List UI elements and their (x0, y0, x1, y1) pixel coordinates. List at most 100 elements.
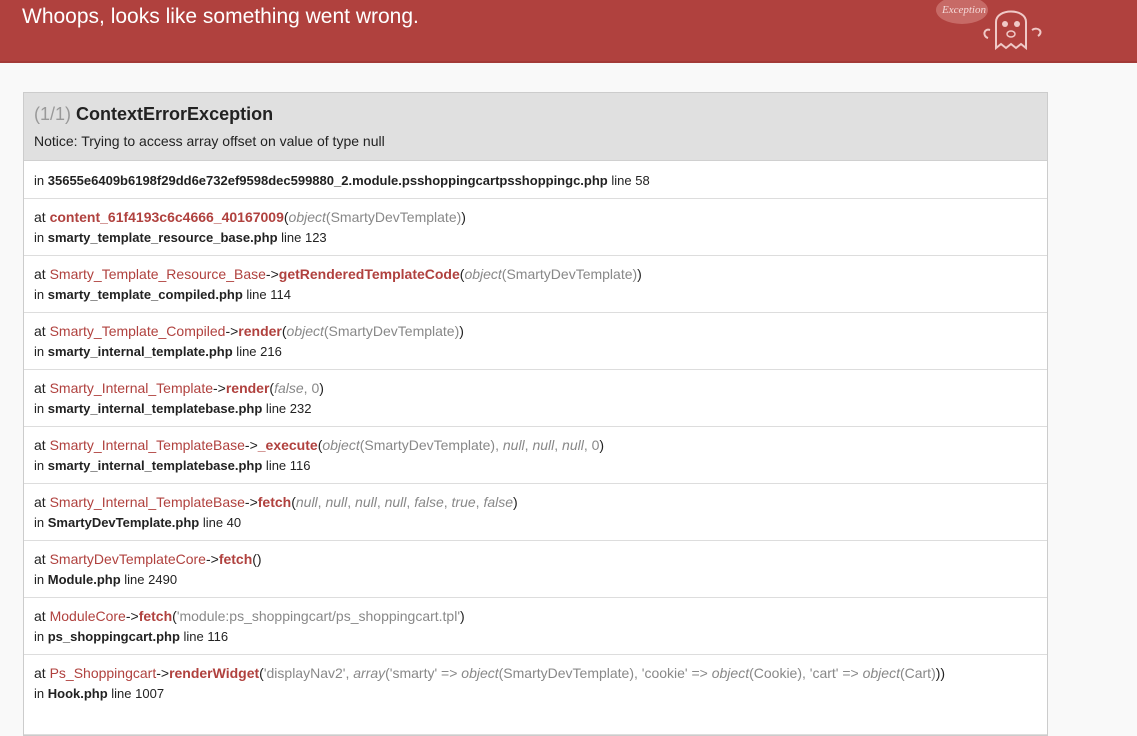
in-label: in (34, 572, 48, 587)
frame-location: in smarty_internal_template.php line 216 (34, 343, 1037, 361)
frame-file: smarty_internal_templatebase.php (47, 401, 263, 416)
frame-file: smarty_template_compiled.php (47, 287, 243, 302)
at-label: at (34, 494, 50, 510)
in-label: in (34, 458, 48, 473)
in-label: in (34, 515, 48, 530)
at-label: at (34, 323, 50, 339)
frame-call: at content_61f4193c6c4666_40167009(objec… (34, 207, 1037, 227)
frame-class: Smarty_Internal_TemplateBase (49, 437, 245, 453)
frame-function: fetch (218, 551, 253, 567)
frame-function: render (225, 380, 270, 396)
exception-count: (1/1) (34, 104, 72, 124)
stack-trace: at content_61f4193c6c4666_40167009(objec… (24, 199, 1047, 735)
frame-class: SmartyDevTemplateCore (49, 551, 206, 567)
frame-class: Smarty_Internal_TemplateBase (49, 494, 245, 510)
frame-file: Module.php (47, 572, 121, 587)
frame-call: at Smarty_Internal_TemplateBase->_execut… (34, 435, 1037, 455)
frame-args: (object(SmartyDevTemplate), null, null, … (317, 437, 605, 453)
frame-call: at ModuleCore->fetch('module:ps_shopping… (34, 606, 1037, 626)
at-label: at (34, 437, 50, 453)
arrow-operator: -> (244, 494, 258, 510)
in-label: in (34, 629, 48, 644)
frame-line: line 2490 (120, 572, 178, 587)
arrow-operator: -> (265, 266, 279, 282)
in-label: in (34, 173, 45, 188)
frame-call: at Smarty_Template_Resource_Base->getRen… (34, 264, 1037, 284)
trace-frame: at Ps_Shoppingcart->renderWidget('displa… (24, 655, 1047, 735)
frame-file: SmartyDevTemplate.php (47, 515, 200, 530)
frame-line: line 114 (242, 287, 291, 302)
frame-args: ('module:ps_shoppingcart/ps_shoppingcart… (172, 608, 465, 624)
in-label: in (34, 401, 48, 416)
frame-file: smarty_internal_templatebase.php (47, 458, 263, 473)
trace-frame: at Smarty_Internal_Template->render(fals… (24, 370, 1047, 427)
in-label: in (34, 344, 48, 359)
frame-class: ModuleCore (49, 608, 126, 624)
frame-args: () (252, 551, 262, 567)
trace-file: 35655e6409b6198f29dd6e732ef9598dec599880… (47, 173, 608, 188)
exception-class: ContextErrorException (76, 104, 274, 124)
frame-args: (object(SmartyDevTemplate)) (281, 323, 464, 339)
trace-frame: at SmartyDevTemplateCore->fetch() in Modu… (24, 541, 1047, 598)
frame-file: Hook.php (47, 686, 108, 701)
frame-location: in SmartyDevTemplate.php line 40 (34, 514, 1037, 532)
frame-args: (null, null, null, null, false, true, fa… (291, 494, 518, 510)
frame-class: Smarty_Internal_Template (49, 380, 213, 396)
frame-function: fetch (257, 494, 292, 510)
exception-message: Notice: Trying to access array offset on… (34, 133, 385, 149)
at-label: at (34, 665, 50, 681)
frame-location: in smarty_internal_templatebase.php line… (34, 457, 1037, 475)
frame-location: in Module.php line 2490 (34, 571, 1037, 589)
frame-location: in Hook.php line 1007 (34, 685, 1037, 703)
frame-file: smarty_internal_template.php (47, 344, 233, 359)
frame-line: line 232 (262, 401, 312, 416)
frame-args: (object(SmartyDevTemplate)) (283, 209, 466, 225)
frame-call: at Smarty_Internal_TemplateBase->fetch(n… (34, 492, 1037, 512)
arrow-operator: -> (156, 665, 170, 681)
frame-line: line 123 (277, 230, 327, 245)
frame-line: line 216 (232, 344, 282, 359)
frame-args: ('displayNav2', array('smarty' => object… (259, 665, 946, 681)
frame-call: at SmartyDevTemplateCore->fetch() (34, 549, 1037, 569)
in-label: in (34, 230, 48, 245)
frame-line: line 116 (179, 629, 229, 644)
ghost-exception-logo: Exception (936, 0, 1042, 51)
at-label: at (34, 551, 50, 567)
at-label: at (34, 380, 50, 396)
page-title: Whoops, looks like something went wrong. (22, 5, 419, 28)
exception-title: (1/1) ContextErrorException (34, 103, 1037, 125)
trace-origin: in 35655e6409b6198f29dd6e732ef9598dec599… (24, 161, 1047, 199)
frame-args: (object(SmartyDevTemplate)) (459, 266, 642, 282)
frame-call: at Smarty_Internal_Template->render(fals… (34, 378, 1037, 398)
frame-call: at Smarty_Template_Compiled->render(obje… (34, 321, 1037, 341)
frame-args: (false, 0) (269, 380, 324, 396)
frame-call: at Ps_Shoppingcart->renderWidget('displa… (34, 663, 1037, 683)
frame-line: line 1007 (107, 686, 165, 701)
in-label: in (34, 686, 48, 701)
trace-frame: at content_61f4193c6c4666_40167009(objec… (24, 199, 1047, 256)
error-header: Whoops, looks like something went wrong.… (0, 0, 1137, 63)
exception-header: (1/1) ContextErrorException Notice: Tryi… (24, 93, 1047, 161)
trace-frame: at Smarty_Internal_TemplateBase->_execut… (24, 427, 1047, 484)
frame-location: in smarty_template_resource_base.php lin… (34, 229, 1037, 247)
at-label: at (34, 209, 50, 225)
frame-class: Smarty_Template_Compiled (49, 323, 226, 339)
frame-class: Ps_Shoppingcart (49, 665, 157, 681)
at-label: at (34, 608, 50, 624)
frame-function: render (238, 323, 282, 339)
frame-function: renderWidget (169, 665, 260, 681)
trace-frame: at Smarty_Template_Resource_Base->getRen… (24, 256, 1047, 313)
arrow-operator: -> (205, 551, 219, 567)
frame-location: in ps_shoppingcart.php line 116 (34, 628, 1037, 646)
frame-file: smarty_template_resource_base.php (47, 230, 278, 245)
arrow-operator: -> (225, 323, 239, 339)
frame-function: _execute (257, 437, 318, 453)
arrow-operator: -> (213, 380, 226, 396)
trace-frame: at ModuleCore->fetch('module:ps_shopping… (24, 598, 1047, 655)
trace-frame: at Smarty_Template_Compiled->render(obje… (24, 313, 1047, 370)
frame-line: line 40 (199, 515, 242, 530)
at-label: at (34, 266, 50, 282)
exception-panel: (1/1) ContextErrorException Notice: Tryi… (23, 92, 1048, 736)
trace-line: line 58 (611, 173, 650, 188)
trace-frame: at Smarty_Internal_TemplateBase->fetch(n… (24, 484, 1047, 541)
